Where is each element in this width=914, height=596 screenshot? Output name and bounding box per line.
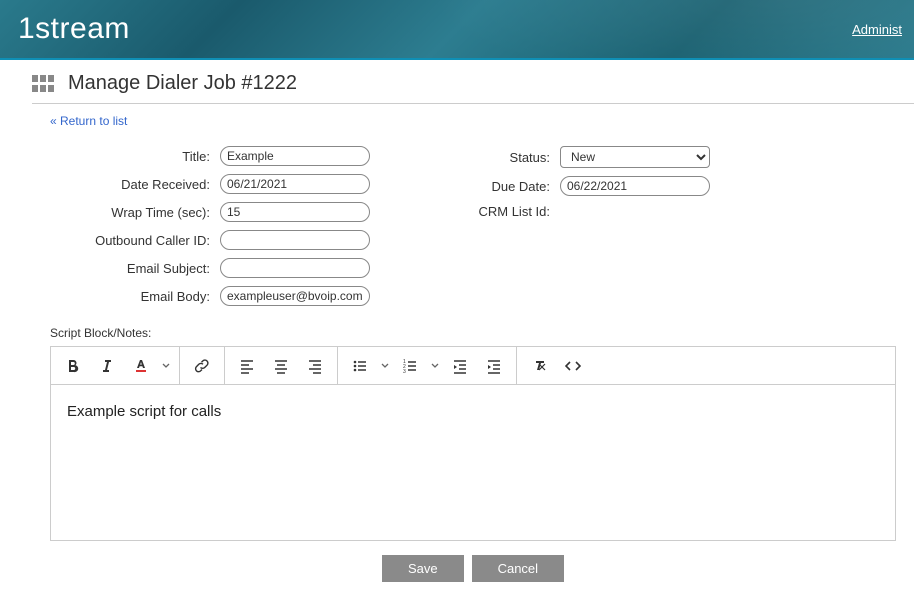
date-received-label: Date Received: — [50, 177, 210, 192]
numbered-list-caret[interactable] — [430, 352, 440, 380]
status-select[interactable]: New — [560, 146, 710, 168]
bullet-list-button[interactable] — [346, 352, 374, 380]
crm-list-label: CRM List Id: — [430, 204, 550, 219]
date-received-input[interactable] — [220, 174, 370, 194]
title-input[interactable] — [220, 146, 370, 166]
status-label: Status: — [430, 150, 550, 165]
outbound-caller-input[interactable] — [220, 230, 370, 250]
numbered-list-button[interactable]: 123 — [396, 352, 424, 380]
indent-button[interactable] — [480, 352, 508, 380]
return-to-list-link[interactable]: « Return to list — [50, 114, 127, 128]
align-right-button[interactable] — [301, 352, 329, 380]
due-date-input[interactable] — [560, 176, 710, 196]
content-area: Manage Dialer Job #1222 « Return to list… — [0, 60, 914, 582]
app-header: 1stream Administ — [0, 0, 914, 60]
email-subject-input[interactable] — [220, 258, 370, 278]
logo-text: 1stream — [18, 12, 130, 46]
form-right-column: Status: New Due Date: CRM List Id: — [430, 146, 710, 306]
bold-button[interactable] — [59, 352, 87, 380]
align-left-button[interactable] — [233, 352, 261, 380]
form-left-column: Title: Date Received: Wrap Time (sec): O… — [50, 146, 370, 306]
logo: 1stream — [18, 12, 130, 46]
script-block-label: Script Block/Notes: — [50, 326, 896, 340]
page-heading: Manage Dialer Job #1222 — [32, 72, 914, 104]
editor-toolbar: 123 — [51, 347, 895, 385]
text-color-caret[interactable] — [161, 352, 171, 380]
svg-text:3: 3 — [403, 369, 406, 374]
page-title: Manage Dialer Job #1222 — [68, 72, 297, 95]
save-button[interactable]: Save — [382, 555, 464, 582]
due-date-label: Due Date: — [430, 179, 550, 194]
email-body-label: Email Body: — [50, 289, 210, 304]
grid-icon — [32, 75, 56, 93]
clear-format-button[interactable] — [525, 352, 553, 380]
align-center-button[interactable] — [267, 352, 295, 380]
outdent-button[interactable] — [446, 352, 474, 380]
title-label: Title: — [50, 149, 210, 164]
text-color-button[interactable] — [127, 352, 155, 380]
bullet-list-caret[interactable] — [380, 352, 390, 380]
wrap-time-input[interactable] — [220, 202, 370, 222]
outbound-caller-label: Outbound Caller ID: — [50, 233, 210, 248]
link-button[interactable] — [188, 352, 216, 380]
email-subject-label: Email Subject: — [50, 261, 210, 276]
rich-text-editor: 123 — [50, 346, 896, 541]
admin-link[interactable]: Administ — [852, 22, 902, 37]
wrap-time-label: Wrap Time (sec): — [50, 205, 210, 220]
email-body-input[interactable] — [220, 286, 370, 306]
editor-body[interactable]: Example script for calls — [51, 385, 895, 540]
code-view-button[interactable] — [559, 352, 587, 380]
italic-button[interactable] — [93, 352, 121, 380]
cancel-button[interactable]: Cancel — [472, 555, 564, 582]
